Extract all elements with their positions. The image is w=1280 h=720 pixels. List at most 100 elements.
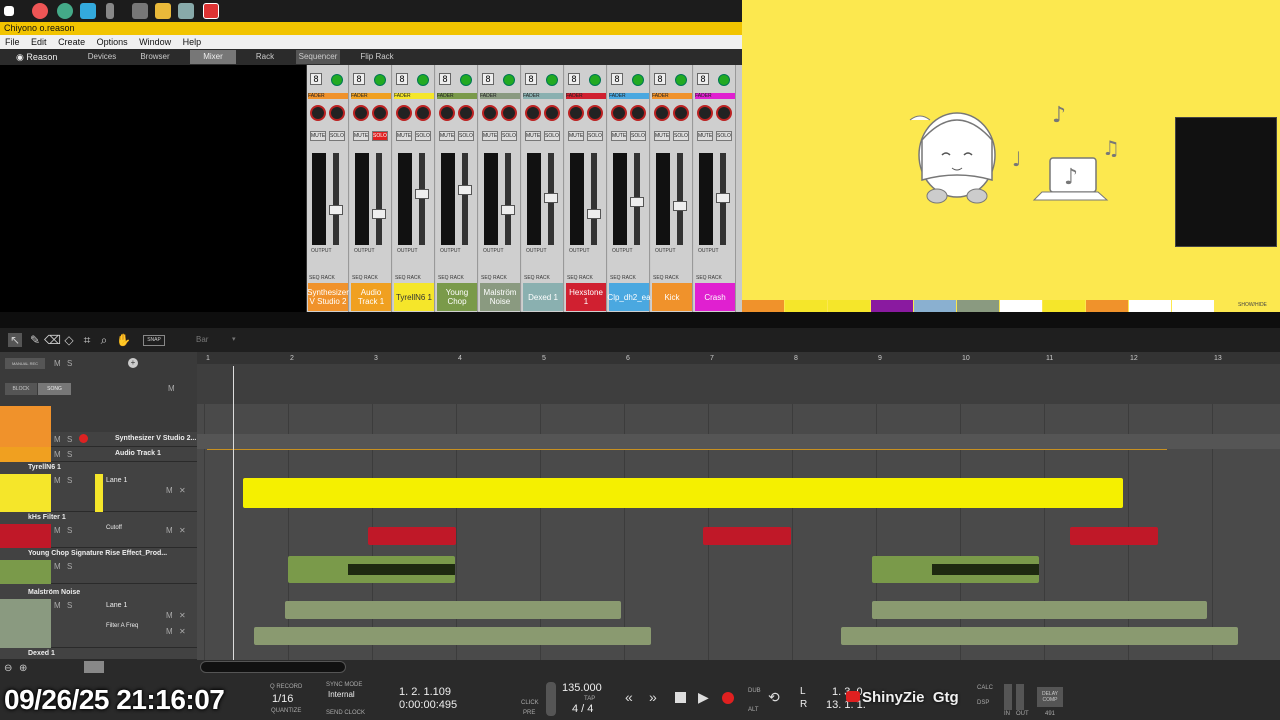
seq-button[interactable]: SEQ [696,275,707,281]
mute-button[interactable]: M [54,526,61,535]
width-knob[interactable] [697,105,713,121]
add-track-icon[interactable]: + [128,358,138,368]
channel-level-knob[interactable] [675,74,687,86]
rack-button[interactable]: RACK [622,275,636,281]
record-icon[interactable] [722,692,734,704]
solo-button[interactable]: SOLO [673,131,689,141]
width-knob[interactable] [353,105,369,121]
channel-level-knob[interactable] [460,74,472,86]
output-label[interactable]: OUTPUT [311,248,332,254]
seq-button[interactable]: SEQ [395,275,406,281]
tab-flip-rack[interactable]: Flip Rack [355,50,399,64]
tab-mixer[interactable]: Mixer [190,50,236,64]
record-enable-icon[interactable] [79,434,88,443]
song-position[interactable]: 1. 2. 1.109 [399,686,451,698]
automation-clip-2[interactable] [703,527,791,545]
width-knob[interactable] [568,105,584,121]
menu-help[interactable]: Help [183,37,202,47]
track-row-tyrell[interactable]: TyrellN6 1 M S Lane 1 M ✕ [0,462,197,512]
output-label[interactable]: OUTPUT [440,248,461,254]
filter-automation-clip-1[interactable] [254,627,651,645]
solo-button[interactable]: SOLO [329,131,345,141]
channel-level-knob[interactable] [546,74,558,86]
manual-rec-button[interactable]: MANUAL REC [5,358,45,369]
audio-clip-2[interactable] [872,556,1039,583]
pan-knob[interactable] [716,105,732,121]
mixer-channel[interactable]: 8 FADER MUTE SOLO OUTPUT SEQ RACK Audio Track … [350,65,392,312]
rack-button[interactable]: RACK [579,275,593,281]
mute-button[interactable]: MUTE [396,131,412,141]
mixer-channel[interactable]: 8 FADER MUTE SOLO OUTPUT SEQ RACK Synthesizer … [307,65,349,312]
delay-comp-button[interactable]: DELAY COMP [1037,687,1063,707]
track-row-khs-filter[interactable]: kHs Filter 1 M S Cutoff M ✕ [0,512,197,548]
channel-level-knob[interactable] [417,74,429,86]
channel-level-knob[interactable] [718,74,730,86]
song-button[interactable]: SONG [38,383,71,395]
pan-knob[interactable] [372,105,388,121]
mute-button[interactable]: MUTE [310,131,326,141]
channel-name[interactable]: Hexstone 1 [566,283,606,311]
fader-handle[interactable] [544,193,558,203]
notepad-icon[interactable] [178,3,194,19]
tap-tempo-button[interactable]: TAP [584,696,595,702]
firefox-icon[interactable] [32,3,48,19]
output-label[interactable]: OUTPUT [483,248,504,254]
mute-button[interactable]: MUTE [439,131,455,141]
lane-mute-button[interactable]: M [166,486,173,495]
quantize-value[interactable]: 1/16 [272,693,293,705]
solo-button[interactable]: SOLO [587,131,603,141]
channel-name[interactable]: Audio Track 1 [351,283,391,311]
seq-button[interactable]: SEQ [309,275,320,281]
mixer-channel[interactable]: 8 FADER MUTE SOLO OUTPUT SEQ RACK Young Chop [436,65,478,312]
mute-button[interactable]: MUTE [611,131,627,141]
tab-rack[interactable]: Rack [245,50,285,64]
pan-knob[interactable] [587,105,603,121]
mute-button[interactable]: M [54,562,61,571]
seq-button[interactable]: SEQ [567,275,578,281]
rack-button[interactable]: RACK [536,275,550,281]
output-label[interactable]: OUTPUT [655,248,676,254]
solo-button[interactable]: SOLO [501,131,517,141]
mixer-channel[interactable]: 8 FADER MUTE SOLO OUTPUT SEQ RACK Clp_dh2_ea [607,65,651,312]
solo-button[interactable]: S [67,450,72,459]
tempo-value[interactable]: 135.000 [562,682,602,694]
fader-handle[interactable] [501,205,515,215]
mute-button[interactable]: MUTE [697,131,713,141]
rewind-icon[interactable]: « [625,689,633,705]
rack-button[interactable]: RACK [665,275,679,281]
seq-button[interactable]: SEQ [352,275,363,281]
seq-button[interactable]: SEQ [653,275,664,281]
pan-knob[interactable] [630,105,646,121]
chevron-down-icon[interactable]: ▾ [232,335,236,343]
fader-handle[interactable] [329,205,343,215]
solo-button[interactable]: S [67,476,72,485]
solo-button[interactable]: SOLO [716,131,732,141]
rack-button[interactable]: RACK [450,275,464,281]
settings-icon[interactable] [132,3,148,19]
rack-button[interactable]: RACK [321,275,335,281]
solo-button[interactable]: S [67,562,72,571]
seq-button[interactable]: SEQ [610,275,621,281]
channel-level-knob[interactable] [374,74,386,86]
channel-name[interactable]: Dexed 1 [523,283,563,311]
menu-window[interactable]: Window [139,37,171,47]
block-button[interactable]: BLOCK [5,383,37,395]
width-knob[interactable] [654,105,670,121]
width-knob[interactable] [439,105,455,121]
menu-options[interactable]: Options [97,37,128,47]
seq-button[interactable]: SEQ [524,275,535,281]
menu-edit[interactable]: Edit [31,37,47,47]
song-overview-scrollbar[interactable] [200,661,346,673]
select-tool-icon[interactable]: ↖ [8,333,22,347]
selector-icon[interactable] [84,661,104,673]
pencil-tool-icon[interactable]: ✎ [28,333,42,347]
solo-button[interactable]: S [67,601,72,610]
fader-handle[interactable] [716,193,730,203]
solo-button[interactable]: S [67,526,72,535]
mute-button[interactable]: M [54,450,61,459]
snap-value-select[interactable]: Bar [196,335,208,344]
malstrom-clip-2[interactable] [872,601,1207,619]
razor-tool-icon[interactable]: ◇ [62,333,76,347]
show-hide-label[interactable]: SHOW/HIDE [1238,302,1267,308]
channel-name[interactable]: Kick [652,283,692,311]
